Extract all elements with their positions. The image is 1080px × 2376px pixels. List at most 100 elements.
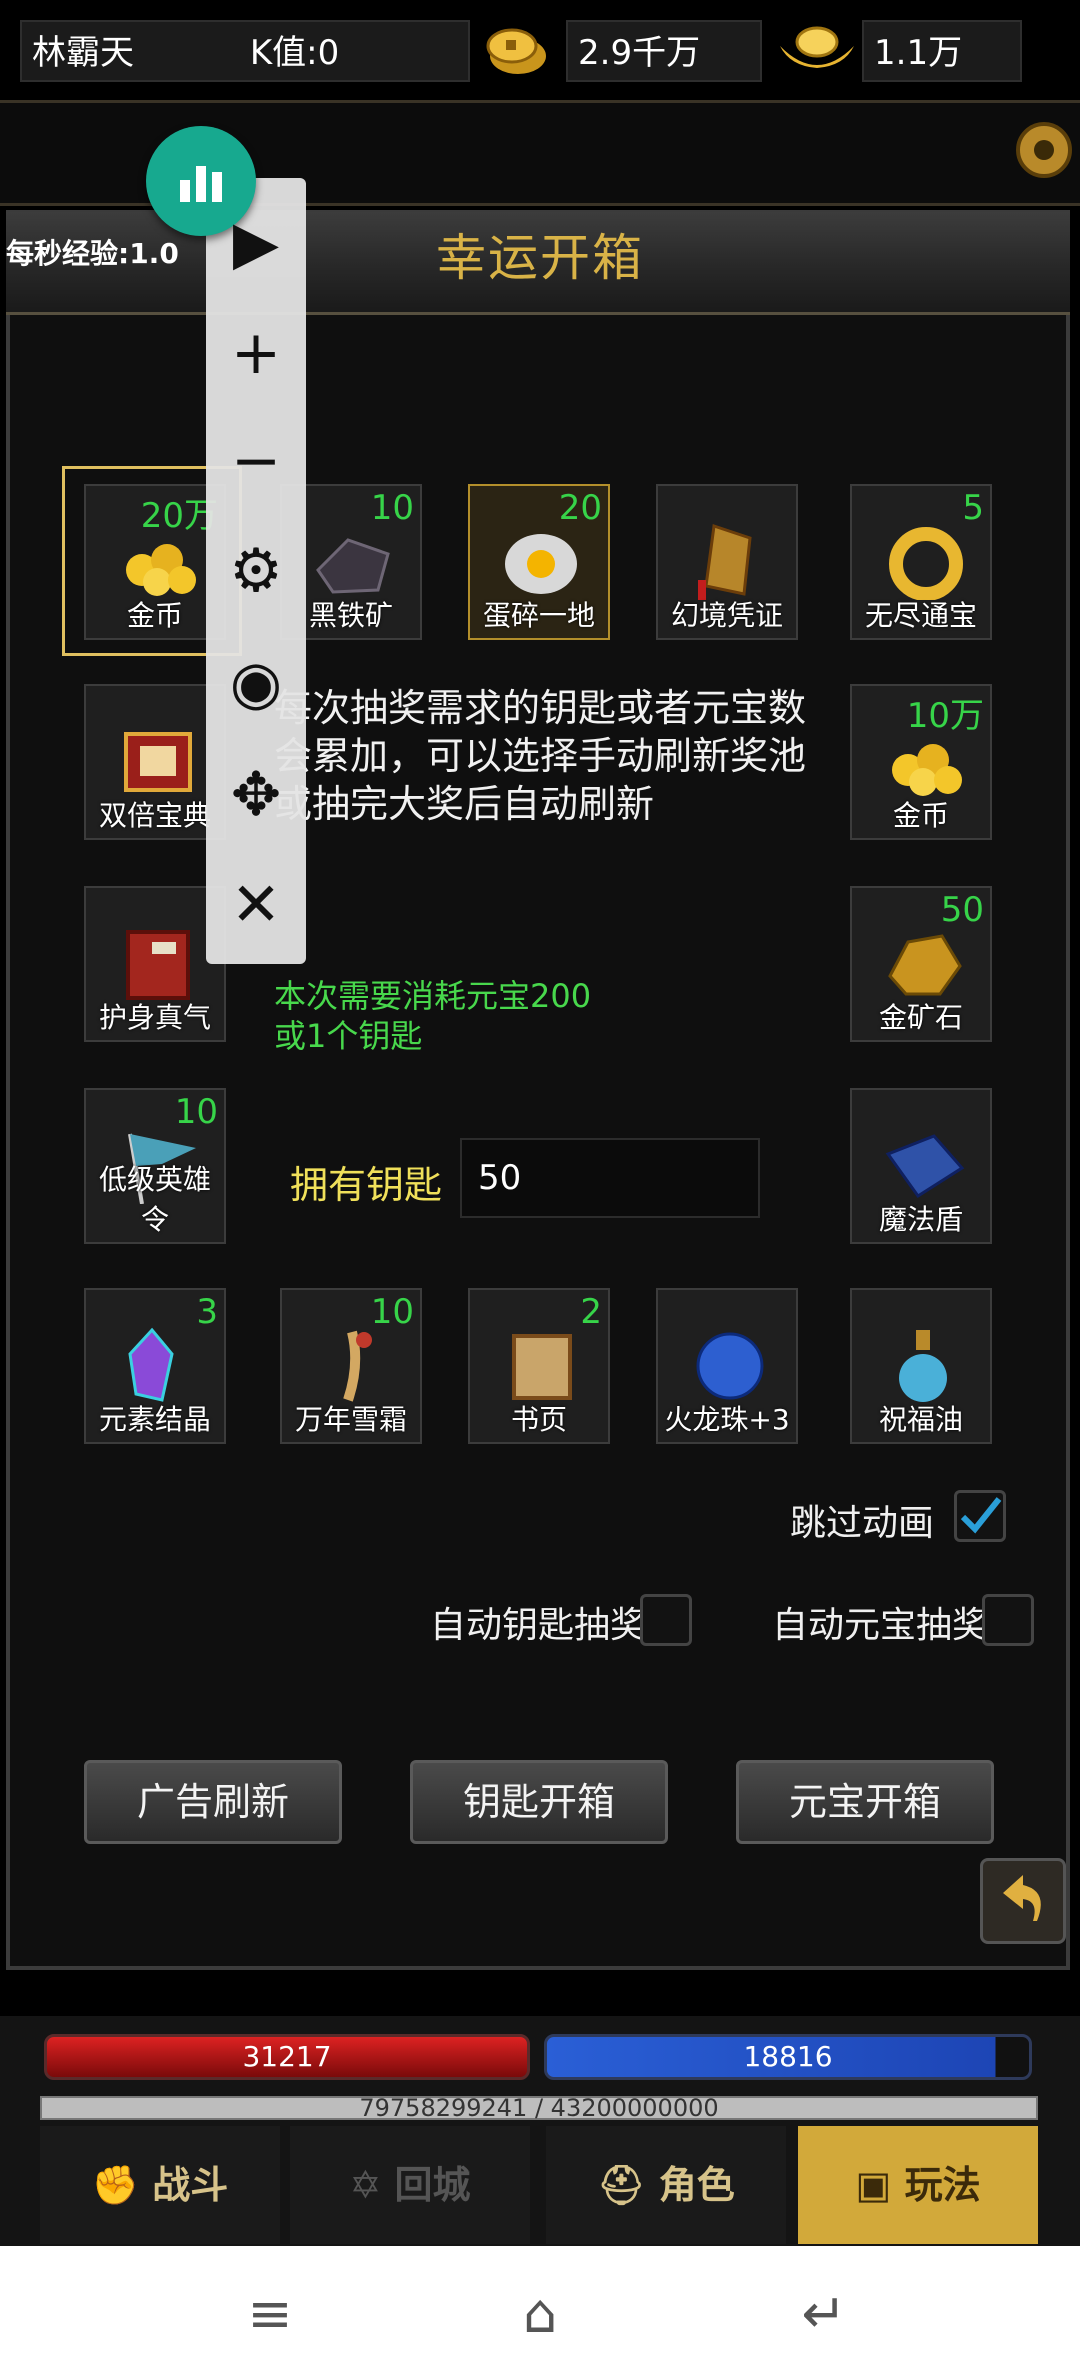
player-info-box: 林霸天 K值:0 xyxy=(20,20,470,82)
gold-coin-icon xyxy=(482,20,552,80)
item-name: 书页 xyxy=(510,1403,567,1436)
plus-icon[interactable]: + xyxy=(206,318,306,388)
yuanbao-amount: 1.1万 xyxy=(862,20,1022,82)
move-icon[interactable]: ✥ xyxy=(206,760,306,830)
skip-animation-checkbox[interactable] xyxy=(954,1490,1006,1542)
cost-info: 本次需要消耗元宝200 或1个钥匙 xyxy=(274,976,724,1056)
prize-cell[interactable]: 火龙珠+3 xyxy=(656,1288,798,1444)
item-qty: 10 xyxy=(174,1092,218,1132)
item-name: 无尽通宝 xyxy=(864,599,977,632)
item-name: 火龙珠+3 xyxy=(664,1403,790,1436)
item-name: 幻境凭证 xyxy=(670,599,783,632)
close-icon[interactable]: ✕ xyxy=(206,870,306,940)
prize-cell[interactable]: 双倍宝典 xyxy=(84,684,226,840)
ginseng-icon xyxy=(343,1330,372,1402)
back-arrow-icon xyxy=(1003,1875,1041,1921)
auto-yuanbao-draw-checkbox[interactable] xyxy=(982,1594,1034,1646)
play-icon[interactable]: ▶ xyxy=(206,208,306,278)
blessing-oil-bottle-icon xyxy=(899,1330,947,1402)
item-name: 万年雪霜 xyxy=(294,1403,407,1436)
item-qty: 10万 xyxy=(906,696,984,736)
fist-icon: ✊ xyxy=(91,2163,140,2207)
check-mark-icon xyxy=(960,1497,1002,1534)
auto-yuanbao-draw-label: 自动元宝抽奖 xyxy=(772,1605,989,1646)
tab-label: 战斗 xyxy=(152,2163,229,2207)
prize-cell[interactable]: 20 蛋碎一地 xyxy=(468,484,610,640)
cost-line-1: 本次需要消耗元宝200 xyxy=(274,977,592,1015)
prize-cell[interactable]: 10 万年雪霜 xyxy=(280,1288,422,1444)
item-qty: 10 xyxy=(370,488,414,528)
prize-cell[interactable]: 祝福油 xyxy=(850,1288,992,1444)
prize-cell[interactable]: 魔法盾 xyxy=(850,1088,992,1244)
tab-label: 回城 xyxy=(394,2163,471,2207)
element-crystal-icon xyxy=(128,1327,174,1402)
tab-battle[interactable]: ✊ 战斗 xyxy=(40,2126,280,2244)
item-qty: 2 xyxy=(580,1292,602,1332)
scroll-page-icon xyxy=(512,1334,572,1400)
item-name: 元素结晶 xyxy=(98,1403,211,1436)
prize-cell[interactable]: 5 无尽通宝 xyxy=(850,484,992,640)
auto-key-draw-label: 自动钥匙抽奖 xyxy=(430,1605,647,1646)
item-qty: 50 xyxy=(940,890,984,930)
menu-icon[interactable]: ≡ xyxy=(230,2274,310,2354)
player-name: 林霸天 xyxy=(32,33,134,73)
helmet-icon: ⛑ xyxy=(597,2163,646,2207)
item-qty: 20 xyxy=(558,488,602,528)
exp-per-second: 每秒经验:1.0 xyxy=(6,237,179,270)
prize-cell[interactable]: 2 书页 xyxy=(468,1288,610,1444)
eye-icon[interactable]: ◉ xyxy=(206,648,306,718)
back-button[interactable] xyxy=(980,1858,1066,1944)
gold-ore-icon xyxy=(888,934,962,996)
gold-ring-coin-icon xyxy=(889,527,963,600)
item-qty: 3 xyxy=(196,1292,218,1332)
key-open-button[interactable]: 钥匙开箱 xyxy=(410,1760,668,1844)
magic-shield-book-icon xyxy=(885,1134,965,1199)
item-qty: 5 xyxy=(962,488,984,528)
skip-animation-label: 跳过动画 xyxy=(790,1503,935,1544)
tab-label: 角色 xyxy=(658,2163,735,2207)
minus-icon[interactable]: − xyxy=(206,426,306,496)
prize-cell[interactable]: 20万 金币 xyxy=(84,484,226,640)
item-qty: 10 xyxy=(370,1292,414,1332)
treasure-chest-icon: ▣ xyxy=(855,2163,892,2207)
tab-gameplay[interactable]: ▣ 玩法 xyxy=(798,2126,1038,2244)
prize-cell[interactable]: 10 低级英雄令 xyxy=(84,1088,226,1244)
iron-ore-icon xyxy=(316,538,390,594)
item-name: 金币 xyxy=(892,799,949,832)
double-book-icon xyxy=(124,732,192,792)
item-name: 金币 xyxy=(126,599,183,632)
pk-value: K值:0 xyxy=(249,33,340,73)
keys-owned-label: 拥有钥匙 xyxy=(290,1163,443,1207)
mp-bar: 18816 xyxy=(544,2034,1032,2080)
exp-bar: 79758299241 / 43200000000 xyxy=(40,2096,1038,2120)
cost-line-2: 或1个钥匙 xyxy=(274,1017,423,1055)
broken-egg-icon xyxy=(505,534,577,594)
item-name: 金矿石 xyxy=(878,1001,963,1034)
item-name: 低级英雄令 xyxy=(98,1163,211,1236)
gear-icon[interactable]: ⚙ xyxy=(206,536,306,606)
yuanbao-open-button[interactable]: 元宝开箱 xyxy=(736,1760,994,1844)
tab-return-city[interactable]: ✡ 回城 xyxy=(290,2126,530,2244)
illusion-token-icon xyxy=(698,524,752,600)
settings-gear-icon[interactable] xyxy=(1014,120,1074,180)
prize-cell[interactable]: 50 金矿石 xyxy=(850,886,992,1042)
draw-description: 每次抽奖需求的钥匙或者元宝数会累加，可以选择手动刷新奖池或抽完大奖后自动刷新 xyxy=(274,686,807,826)
yuanbao-icon xyxy=(774,20,860,80)
prize-cell[interactable]: 10万 金币 xyxy=(850,684,992,840)
fire-dragon-orb-icon xyxy=(696,1332,764,1400)
home-icon[interactable]: ⌂ xyxy=(500,2274,580,2354)
item-name: 祝福油 xyxy=(878,1403,963,1436)
back-nav-icon[interactable]: ↵ xyxy=(784,2274,864,2354)
prize-cell[interactable]: 幻境凭证 xyxy=(656,484,798,640)
red-book-icon xyxy=(126,930,190,1000)
hp-bar: 31217 xyxy=(44,2034,530,2080)
gold-amount: 2.9千万 xyxy=(566,20,762,82)
item-name: 蛋碎一地 xyxy=(482,599,595,632)
item-name: 护身真气 xyxy=(98,1001,211,1034)
tab-character[interactable]: ⛑ 角色 xyxy=(546,2126,786,2244)
item-name: 双倍宝典 xyxy=(98,799,211,832)
ad-refresh-button[interactable]: 广告刷新 xyxy=(84,1760,342,1844)
prize-cell[interactable]: 3 元素结晶 xyxy=(84,1288,226,1444)
auto-key-draw-checkbox[interactable] xyxy=(640,1594,692,1646)
prize-cell[interactable]: 护身真气 xyxy=(84,886,226,1042)
